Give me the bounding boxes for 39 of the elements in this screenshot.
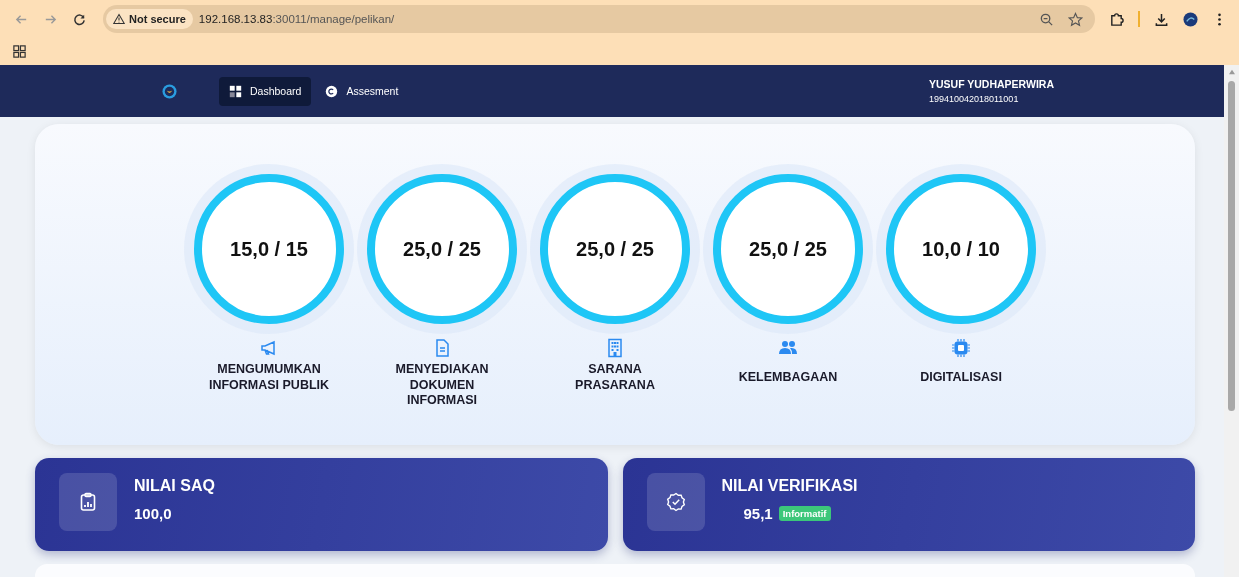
score-label: MENYEDIAKAN DOKUMEN INFORMASI — [394, 362, 490, 409]
clipboard-chart-icon — [78, 491, 98, 512]
score-ring: 25,0 / 25 — [367, 174, 517, 324]
scrollbar[interactable] — [1224, 65, 1239, 577]
status-badge: Informatif — [778, 506, 831, 521]
emblem-logo[interactable] — [162, 83, 177, 99]
download-icon[interactable] — [1154, 11, 1169, 27]
extensions-icon[interactable] — [1109, 11, 1124, 27]
security-chip[interactable]: Not secure — [106, 9, 193, 29]
summary-title: NILAI SAQ — [134, 477, 215, 495]
grid-icon — [229, 84, 242, 98]
circle-logo-icon — [325, 84, 339, 98]
summary-value: 95,1 — [743, 505, 773, 522]
star-icon[interactable] — [1068, 11, 1083, 27]
score-label: SARANA PRASARANA — [574, 362, 656, 394]
url-text: 192.168.13.83:30011/manage/pelikan/ — [198, 13, 395, 25]
building-icon — [605, 338, 625, 358]
chip-icon — [951, 338, 971, 358]
nav-tab[interactable]: Dashboard — [219, 76, 312, 106]
warning-icon — [113, 13, 125, 25]
badge-check-icon — [665, 491, 686, 512]
score-label: KELEMBAGAAN — [737, 370, 839, 386]
summary-value: 100,0 — [134, 505, 172, 522]
address-bar[interactable]: Not secure 192.168.13.83:30011/manage/pelikan/ — [103, 5, 1095, 33]
summary-title: NILAI VERIFIKASI — [721, 477, 858, 495]
score-ring: 25,0 / 25 — [540, 174, 690, 324]
score-label: DIGITALISASI — [919, 370, 1003, 386]
zoom-icon[interactable] — [1039, 11, 1054, 27]
profile-avatar[interactable] — [1183, 11, 1198, 27]
apps-icon[interactable] — [12, 44, 27, 59]
user-name: YUSUF YUDHAPERWIRA — [928, 78, 1054, 90]
score-label: MENGUMUMKAN INFORMASI PUBLIK — [207, 362, 331, 394]
score-ring: 10,0 / 10 — [886, 174, 1036, 324]
nav-tab[interactable]: Assesment — [315, 76, 409, 106]
score-ring: 15,0 / 15 — [194, 174, 344, 324]
score-ring: 25,0 / 25 — [713, 174, 863, 324]
scroll-up-icon[interactable] — [1227, 69, 1236, 75]
user-id: 199410042018011001 — [928, 94, 1020, 104]
reload-icon[interactable] — [72, 11, 87, 27]
